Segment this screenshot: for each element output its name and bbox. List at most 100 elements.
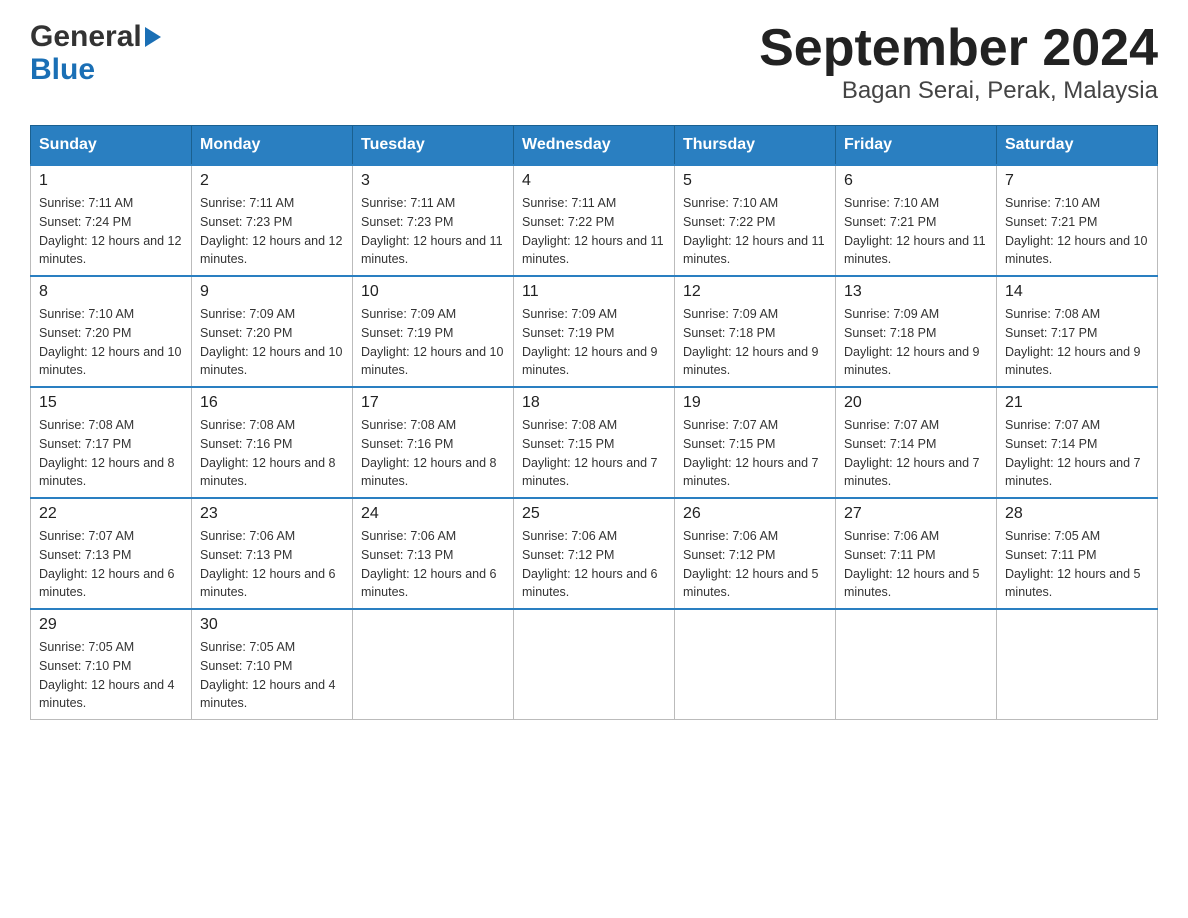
- page-header: General Blue September 2024 Bagan Serai,…: [30, 20, 1158, 105]
- day-number: 11: [522, 283, 666, 301]
- day-number: 22: [39, 505, 183, 523]
- calendar-cell: 9 Sunrise: 7:09 AMSunset: 7:20 PMDaylight…: [192, 276, 353, 387]
- title-block: September 2024 Bagan Serai, Perak, Malay…: [759, 20, 1158, 105]
- calendar-cell: [675, 609, 836, 720]
- calendar-cell: 28 Sunrise: 7:05 AMSunset: 7:11 PMDayligh…: [997, 498, 1158, 609]
- calendar-cell: [353, 609, 514, 720]
- calendar-cell: [514, 609, 675, 720]
- calendar-header-monday: Monday: [192, 126, 353, 166]
- day-info: Sunrise: 7:10 AMSunset: 7:20 PMDaylight:…: [39, 305, 183, 380]
- day-info: Sunrise: 7:05 AMSunset: 7:10 PMDaylight:…: [200, 638, 344, 713]
- day-info: Sunrise: 7:11 AMSunset: 7:24 PMDaylight:…: [39, 194, 183, 269]
- calendar-cell: 4Sunrise: 7:11 AMSunset: 7:22 PMDaylight…: [514, 165, 675, 276]
- day-info: Sunrise: 7:08 AMSunset: 7:16 PMDaylight:…: [200, 416, 344, 491]
- calendar-cell: 25 Sunrise: 7:06 AMSunset: 7:12 PMDayligh…: [514, 498, 675, 609]
- day-info: Sunrise: 7:10 AMSunset: 7:21 PMDaylight:…: [1005, 194, 1149, 269]
- calendar-header-sunday: Sunday: [31, 126, 192, 166]
- day-info: Sunrise: 7:06 AMSunset: 7:11 PMDaylight:…: [844, 527, 988, 602]
- day-info: Sunrise: 7:06 AMSunset: 7:13 PMDaylight:…: [200, 527, 344, 602]
- day-info: Sunrise: 7:08 AMSunset: 7:16 PMDaylight:…: [361, 416, 505, 491]
- calendar-cell: 10 Sunrise: 7:09 AMSunset: 7:19 PMDayligh…: [353, 276, 514, 387]
- day-info: Sunrise: 7:07 AMSunset: 7:14 PMDaylight:…: [844, 416, 988, 491]
- day-info: Sunrise: 7:11 AMSunset: 7:23 PMDaylight:…: [361, 194, 505, 269]
- calendar-cell: 14Sunrise: 7:08 AMSunset: 7:17 PMDayligh…: [997, 276, 1158, 387]
- day-info: Sunrise: 7:06 AMSunset: 7:13 PMDaylight:…: [361, 527, 505, 602]
- day-number: 30: [200, 616, 344, 634]
- calendar-header-tuesday: Tuesday: [353, 126, 514, 166]
- day-number: 16: [200, 394, 344, 412]
- calendar-header-thursday: Thursday: [675, 126, 836, 166]
- logo: General Blue: [30, 20, 161, 86]
- calendar-cell: 1 Sunrise: 7:11 AMSunset: 7:24 PMDaylight…: [31, 165, 192, 276]
- calendar-cell: 27 Sunrise: 7:06 AMSunset: 7:11 PMDayligh…: [836, 498, 997, 609]
- logo-general-text: General: [30, 20, 142, 53]
- day-info: Sunrise: 7:07 AMSunset: 7:15 PMDaylight:…: [683, 416, 827, 491]
- day-info: Sunrise: 7:10 AMSunset: 7:21 PMDaylight:…: [844, 194, 988, 269]
- day-number: 24: [361, 505, 505, 523]
- day-info: Sunrise: 7:05 AMSunset: 7:10 PMDaylight:…: [39, 638, 183, 713]
- day-info: Sunrise: 7:07 AMSunset: 7:13 PMDaylight:…: [39, 527, 183, 602]
- day-number: 28: [1005, 505, 1149, 523]
- logo-blue-text: Blue: [30, 53, 161, 86]
- calendar-cell: 12Sunrise: 7:09 AMSunset: 7:18 PMDayligh…: [675, 276, 836, 387]
- day-number: 1: [39, 172, 183, 190]
- day-info: Sunrise: 7:06 AMSunset: 7:12 PMDaylight:…: [683, 527, 827, 602]
- calendar-cell: 13 Sunrise: 7:09 AMSunset: 7:18 PMDayligh…: [836, 276, 997, 387]
- calendar-cell: 21 Sunrise: 7:07 AMSunset: 7:14 PMDayligh…: [997, 387, 1158, 498]
- day-info: Sunrise: 7:06 AMSunset: 7:12 PMDaylight:…: [522, 527, 666, 602]
- calendar-header-wednesday: Wednesday: [514, 126, 675, 166]
- day-number: 6: [844, 172, 988, 190]
- day-number: 26: [683, 505, 827, 523]
- day-info: Sunrise: 7:08 AMSunset: 7:17 PMDaylight:…: [1005, 305, 1149, 380]
- calendar-cell: 20 Sunrise: 7:07 AMSunset: 7:14 PMDayligh…: [836, 387, 997, 498]
- day-number: 13: [844, 283, 988, 301]
- calendar-location: Bagan Serai, Perak, Malaysia: [759, 77, 1158, 105]
- calendar-header-saturday: Saturday: [997, 126, 1158, 166]
- day-number: 21: [1005, 394, 1149, 412]
- calendar-cell: 15Sunrise: 7:08 AMSunset: 7:17 PMDayligh…: [31, 387, 192, 498]
- calendar-cell: 11 Sunrise: 7:09 AMSunset: 7:19 PMDayligh…: [514, 276, 675, 387]
- calendar-cell: 22 Sunrise: 7:07 AMSunset: 7:13 PMDayligh…: [31, 498, 192, 609]
- day-number: 12: [683, 283, 827, 301]
- calendar-week-3: 15Sunrise: 7:08 AMSunset: 7:17 PMDayligh…: [31, 387, 1158, 498]
- calendar-cell: 6 Sunrise: 7:10 AMSunset: 7:21 PMDaylight…: [836, 165, 997, 276]
- day-info: Sunrise: 7:10 AMSunset: 7:22 PMDaylight:…: [683, 194, 827, 269]
- calendar-cell: 2 Sunrise: 7:11 AMSunset: 7:23 PMDaylight…: [192, 165, 353, 276]
- day-info: Sunrise: 7:07 AMSunset: 7:14 PMDaylight:…: [1005, 416, 1149, 491]
- day-number: 20: [844, 394, 988, 412]
- calendar-cell: 5 Sunrise: 7:10 AMSunset: 7:22 PMDaylight…: [675, 165, 836, 276]
- day-info: Sunrise: 7:11 AMSunset: 7:22 PMDaylight:…: [522, 194, 666, 269]
- day-number: 27: [844, 505, 988, 523]
- day-info: Sunrise: 7:11 AMSunset: 7:23 PMDaylight:…: [200, 194, 344, 269]
- day-info: Sunrise: 7:09 AMSunset: 7:18 PMDaylight:…: [844, 305, 988, 380]
- calendar-cell: 7 Sunrise: 7:10 AMSunset: 7:21 PMDaylight…: [997, 165, 1158, 276]
- day-info: Sunrise: 7:09 AMSunset: 7:20 PMDaylight:…: [200, 305, 344, 380]
- calendar-header-friday: Friday: [836, 126, 997, 166]
- calendar-title: September 2024: [759, 20, 1158, 77]
- day-number: 25: [522, 505, 666, 523]
- day-info: Sunrise: 7:09 AMSunset: 7:19 PMDaylight:…: [522, 305, 666, 380]
- day-number: 5: [683, 172, 827, 190]
- day-number: 18: [522, 394, 666, 412]
- calendar-cell: 26 Sunrise: 7:06 AMSunset: 7:12 PMDayligh…: [675, 498, 836, 609]
- day-number: 17: [361, 394, 505, 412]
- calendar-table: SundayMondayTuesdayWednesdayThursdayFrid…: [30, 125, 1158, 720]
- day-info: Sunrise: 7:09 AMSunset: 7:19 PMDaylight:…: [361, 305, 505, 380]
- calendar-cell: [997, 609, 1158, 720]
- calendar-week-1: 1 Sunrise: 7:11 AMSunset: 7:24 PMDaylight…: [31, 165, 1158, 276]
- calendar-week-4: 22 Sunrise: 7:07 AMSunset: 7:13 PMDayligh…: [31, 498, 1158, 609]
- calendar-cell: 19 Sunrise: 7:07 AMSunset: 7:15 PMDayligh…: [675, 387, 836, 498]
- calendar-cell: 24 Sunrise: 7:06 AMSunset: 7:13 PMDayligh…: [353, 498, 514, 609]
- calendar-week-2: 8Sunrise: 7:10 AMSunset: 7:20 PMDaylight…: [31, 276, 1158, 387]
- day-number: 10: [361, 283, 505, 301]
- calendar-cell: 16 Sunrise: 7:08 AMSunset: 7:16 PMDayligh…: [192, 387, 353, 498]
- calendar-week-5: 29Sunrise: 7:05 AMSunset: 7:10 PMDayligh…: [31, 609, 1158, 720]
- day-info: Sunrise: 7:05 AMSunset: 7:11 PMDaylight:…: [1005, 527, 1149, 602]
- day-number: 7: [1005, 172, 1149, 190]
- day-number: 9: [200, 283, 344, 301]
- calendar-cell: 3Sunrise: 7:11 AMSunset: 7:23 PMDaylight…: [353, 165, 514, 276]
- day-number: 2: [200, 172, 344, 190]
- day-info: Sunrise: 7:08 AMSunset: 7:17 PMDaylight:…: [39, 416, 183, 491]
- day-number: 19: [683, 394, 827, 412]
- calendar-cell: 18Sunrise: 7:08 AMSunset: 7:15 PMDayligh…: [514, 387, 675, 498]
